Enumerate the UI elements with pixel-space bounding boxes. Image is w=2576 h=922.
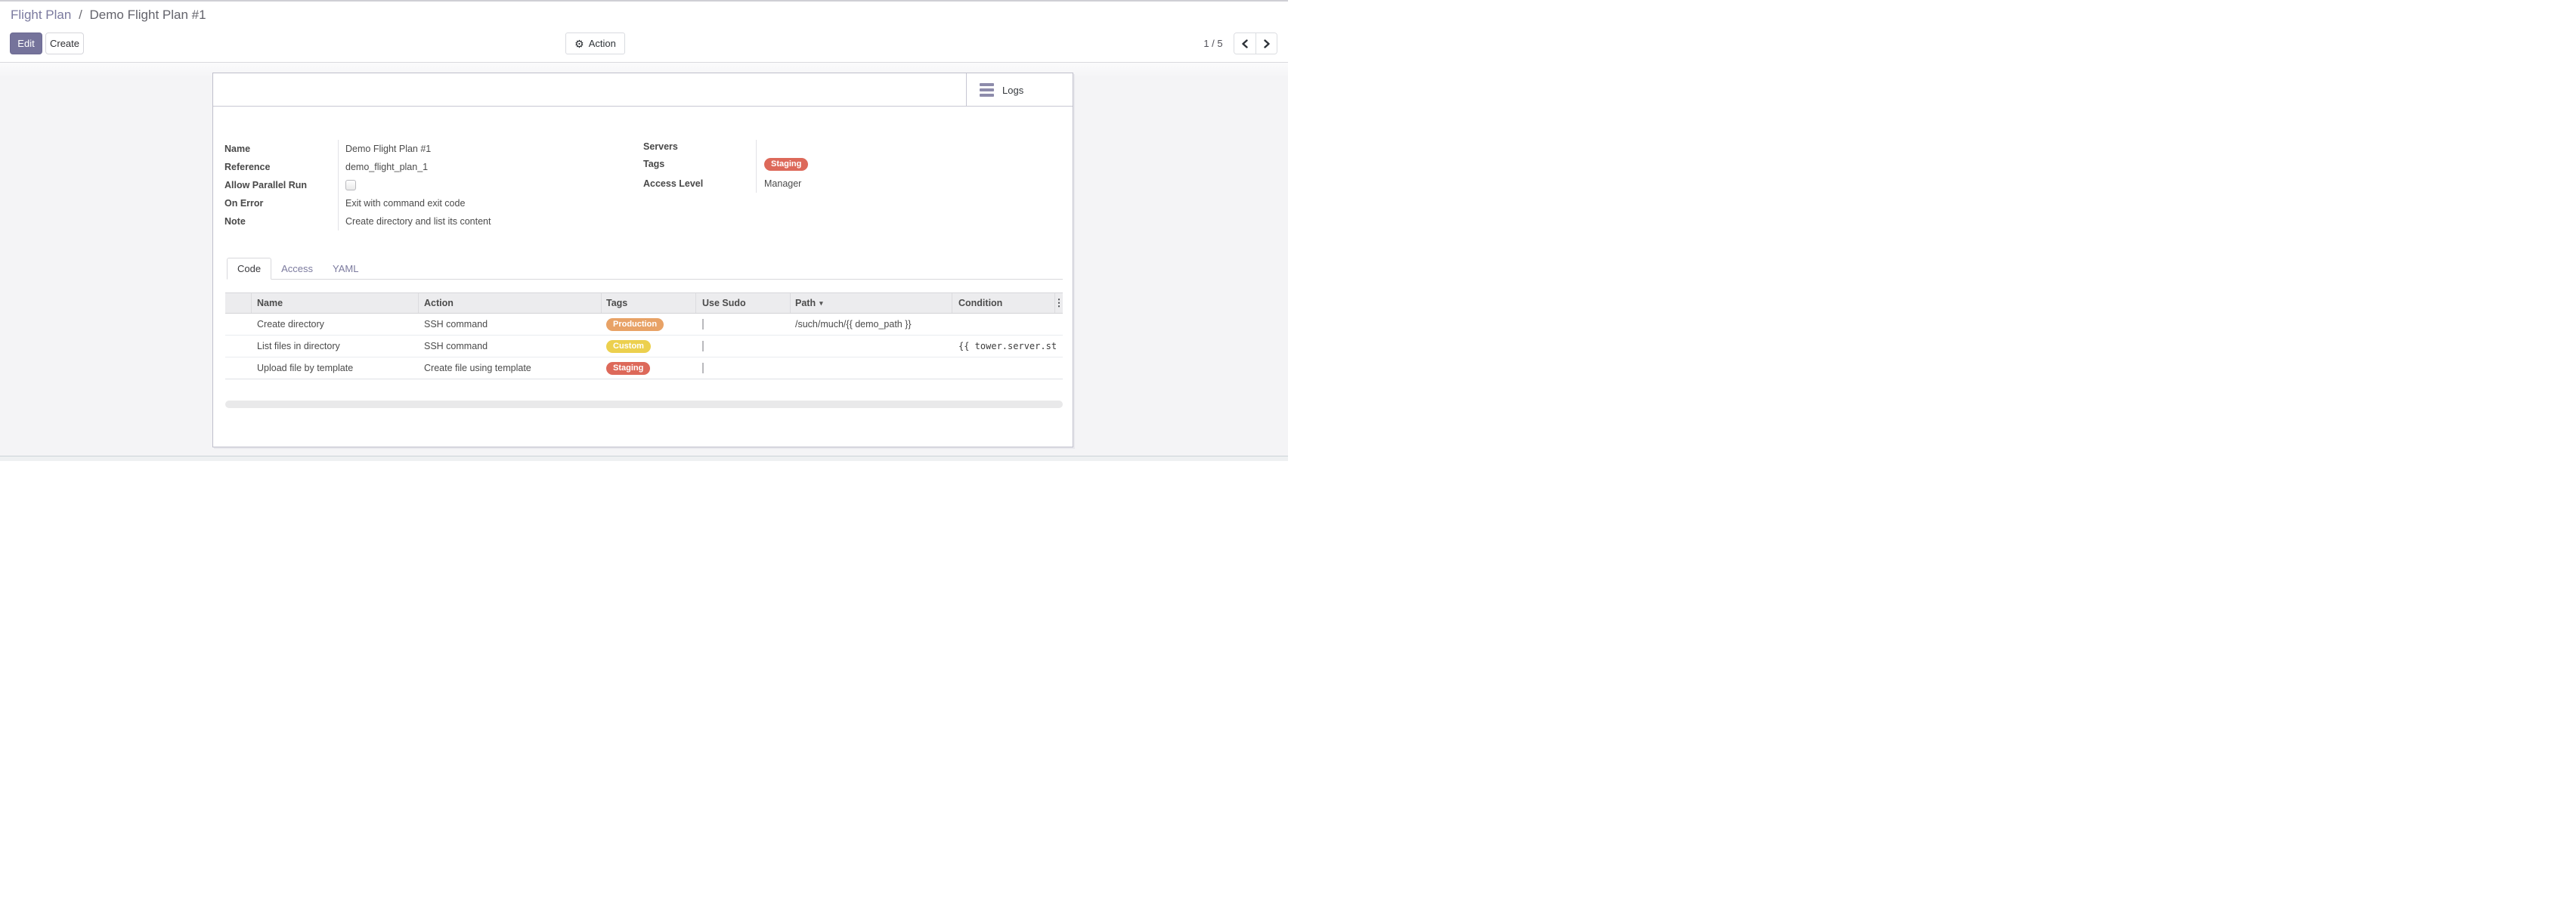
tag-badge: Staging <box>764 158 808 171</box>
content-area: Logs Name Demo Flight Plan #1 Reference … <box>0 63 1288 456</box>
form-group-left: Name Demo Flight Plan #1 Reference demo_… <box>224 140 639 230</box>
cell-condition: {{ tower.server.st <box>952 341 1063 351</box>
field-value: Demo Flight Plan #1 <box>338 140 639 158</box>
header-condition[interactable]: Condition <box>952 293 1055 313</box>
header-tags[interactable]: Tags <box>602 293 696 313</box>
use-sudo-checkbox[interactable] <box>702 341 704 351</box>
pager-next-button[interactable] <box>1255 33 1277 54</box>
table-row[interactable]: List files in directory SSH command Cust… <box>225 336 1063 357</box>
notebook-tabs: Code Access YAML <box>227 256 1063 280</box>
optional-columns-toggle[interactable]: ⋮ <box>1055 293 1063 313</box>
sort-desc-icon: ▾ <box>819 299 823 308</box>
use-sudo-checkbox[interactable] <box>702 319 704 330</box>
gear-icon: ⚙ <box>574 39 584 49</box>
cell-use-sudo <box>696 341 791 351</box>
tag-badge: Staging <box>606 362 650 375</box>
field-label: Name <box>224 144 338 154</box>
action-button-label: Action <box>589 38 616 49</box>
table-row[interactable]: Upload file by template Create file usin… <box>225 357 1063 379</box>
field-label: Servers <box>643 141 756 152</box>
field-tags: Tags Staging <box>643 153 1060 175</box>
cell-name: Upload file by template <box>252 363 419 373</box>
field-value: Exit with command exit code <box>338 194 639 212</box>
field-label: Note <box>224 216 338 227</box>
action-button[interactable]: ⚙ Action <box>565 32 625 54</box>
cell-action: Create file using template <box>419 363 602 373</box>
cell-name: List files in directory <box>252 341 419 351</box>
cell-use-sudo <box>696 363 791 373</box>
field-label: Reference <box>224 162 338 172</box>
tag-badge: Custom <box>606 340 651 353</box>
cell-action: SSH command <box>419 341 602 351</box>
logs-button-label: Logs <box>1002 85 1023 96</box>
header-name[interactable]: Name <box>252 293 419 313</box>
field-access-level: Access Level Manager <box>643 175 1060 193</box>
breadcrumb-parent-link[interactable]: Flight Plan <box>11 8 71 22</box>
pager-counter: 1 / 5 <box>1196 32 1231 54</box>
field-note: Note Create directory and list its conte… <box>224 212 639 230</box>
cell-use-sudo <box>696 319 791 330</box>
field-on-error: On Error Exit with command exit code <box>224 194 639 212</box>
field-servers: Servers <box>643 140 1060 153</box>
field-label: Access Level <box>643 178 756 189</box>
field-value <box>338 176 639 194</box>
window-bottom-scrollbar[interactable] <box>0 456 1288 461</box>
field-value: demo_flight_plan_1 <box>338 158 639 176</box>
chevron-right-icon <box>1263 39 1271 48</box>
tab-code[interactable]: Code <box>227 258 271 280</box>
breadcrumb-separator: / <box>79 8 82 22</box>
field-name: Name Demo Flight Plan #1 <box>224 140 639 158</box>
tag-badge: Production <box>606 318 664 331</box>
list-icon <box>980 83 994 97</box>
field-value: Manager <box>756 175 1060 193</box>
pager <box>1234 32 1277 54</box>
field-reference: Reference demo_flight_plan_1 <box>224 158 639 176</box>
horizontal-scrollbar[interactable] <box>225 401 1063 408</box>
tab-access[interactable]: Access <box>271 258 323 279</box>
allow-parallel-run-checkbox[interactable] <box>345 180 356 190</box>
field-value: Staging <box>756 153 1060 175</box>
pager-previous-button[interactable] <box>1234 33 1255 54</box>
table-row[interactable]: Create directory SSH command Production … <box>225 314 1063 336</box>
field-label: On Error <box>224 198 338 209</box>
cell-tags: Staging <box>602 362 696 375</box>
breadcrumb: Flight Plan / Demo Flight Plan #1 <box>11 8 206 23</box>
edit-button[interactable]: Edit <box>10 32 42 54</box>
header-path-label: Path <box>795 298 816 308</box>
control-panel: Flight Plan / Demo Flight Plan #1 Edit C… <box>0 2 1288 63</box>
field-allow-parallel-run: Allow Parallel Run <box>224 176 639 194</box>
cell-action: SSH command <box>419 319 602 330</box>
list-header: Name Action Tags Use Sudo Path ▾ Conditi… <box>225 292 1063 314</box>
breadcrumb-current: Demo Flight Plan #1 <box>90 8 206 22</box>
cell-tags: Custom <box>602 340 696 353</box>
header-action[interactable]: Action <box>419 293 602 313</box>
use-sudo-checkbox[interactable] <box>702 363 704 373</box>
chevron-left-icon <box>1241 39 1249 48</box>
create-button[interactable]: Create <box>45 32 84 54</box>
cell-tags: Production <box>602 318 696 331</box>
cell-name: Create directory <box>252 319 419 330</box>
form-sheet: Logs Name Demo Flight Plan #1 Reference … <box>212 73 1073 447</box>
cell-path: /such/much/{{ demo_path }} <box>791 319 952 330</box>
button-box: Logs <box>213 73 1073 107</box>
field-label: Allow Parallel Run <box>224 180 338 190</box>
commands-list: Name Action Tags Use Sudo Path ▾ Conditi… <box>225 292 1063 379</box>
logs-button[interactable]: Logs <box>966 73 1073 107</box>
kebab-icon: ⋮ <box>1055 297 1063 309</box>
field-value <box>756 140 1060 153</box>
field-label: Tags <box>643 159 756 169</box>
header-path[interactable]: Path ▾ <box>791 293 952 313</box>
header-handle-column <box>225 293 252 313</box>
form-group-right: Servers Tags Staging Access Level Manage… <box>643 140 1060 193</box>
tab-yaml[interactable]: YAML <box>323 258 368 279</box>
field-value: Create directory and list its content <box>338 212 639 230</box>
header-use-sudo[interactable]: Use Sudo <box>696 293 791 313</box>
